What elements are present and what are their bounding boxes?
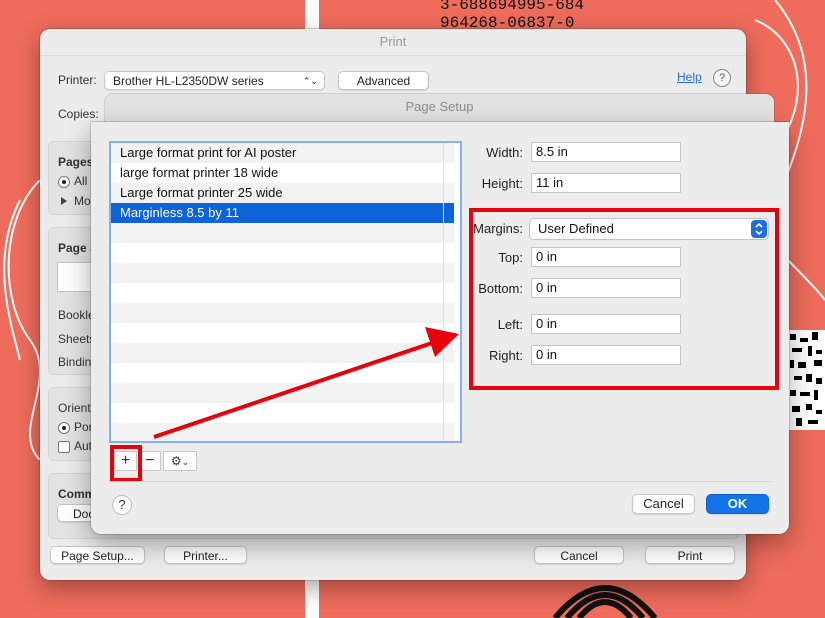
annotation-arrow <box>153 327 459 439</box>
